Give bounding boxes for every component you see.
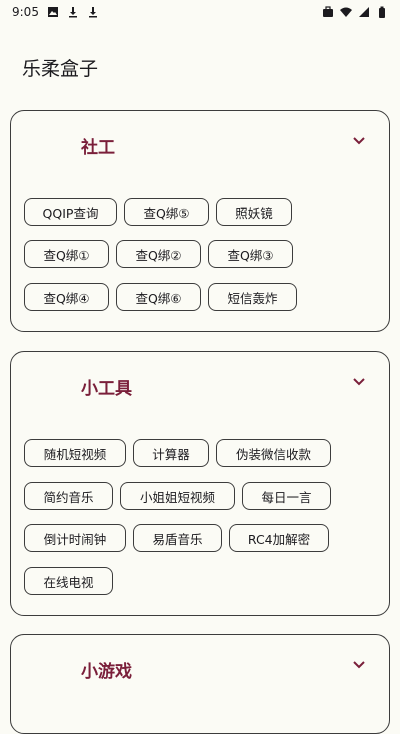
tool-button[interactable]: 短信轰炸 bbox=[208, 283, 297, 311]
tool-button[interactable]: 查Q绑④ bbox=[24, 283, 109, 311]
tool-button[interactable]: 伪装微信收款 bbox=[216, 439, 331, 467]
tool-button[interactable]: 易盾音乐 bbox=[133, 524, 222, 552]
tool-button[interactable]: 计算器 bbox=[133, 439, 209, 467]
tool-button[interactable]: QQIP查询 bbox=[24, 198, 117, 226]
wifi-icon bbox=[340, 7, 352, 17]
tool-button[interactable]: 查Q绑⑤ bbox=[124, 198, 209, 226]
signal-icon bbox=[359, 7, 369, 17]
chevron-down-icon[interactable] bbox=[351, 133, 367, 149]
image-icon bbox=[47, 7, 58, 17]
tool-button[interactable]: 照妖镜 bbox=[216, 198, 292, 226]
chevron-down-icon[interactable] bbox=[351, 374, 367, 390]
tool-button[interactable]: 查Q绑③ bbox=[208, 240, 293, 268]
tool-button[interactable]: 查Q绑② bbox=[116, 240, 201, 268]
section-card-social: 社工 QQIP查询 查Q绑⑤ 照妖镜 查Q绑① 查Q绑② 查Q绑③ 查Q绑④ 查… bbox=[10, 110, 390, 332]
tool-button[interactable]: RC4加解密 bbox=[229, 524, 329, 552]
section-header[interactable]: 小工具 bbox=[11, 352, 389, 412]
status-right bbox=[322, 6, 400, 18]
download-icon bbox=[88, 7, 97, 18]
status-bar: 9:05 bbox=[0, 0, 400, 24]
section-card-tools: 小工具 随机短视频 计算器 伪装微信收款 简约音乐 小姐姐短视频 每日一言 倒计… bbox=[10, 351, 390, 616]
section-title: 社工 bbox=[81, 138, 115, 158]
status-left: 9:05 bbox=[0, 5, 99, 19]
chevron-down-icon[interactable] bbox=[351, 657, 367, 673]
section-title: 小游戏 bbox=[81, 662, 132, 682]
section-header[interactable]: 小游戏 bbox=[11, 635, 389, 695]
section-title: 小工具 bbox=[81, 379, 132, 399]
app-title: 乐柔盒子 bbox=[22, 58, 99, 80]
tool-button[interactable]: 查Q绑① bbox=[24, 240, 109, 268]
section-card-games: 小游戏 bbox=[10, 634, 390, 734]
tool-button[interactable]: 在线电视 bbox=[24, 567, 113, 595]
tool-button[interactable]: 小姐姐短视频 bbox=[120, 482, 235, 510]
tool-button[interactable]: 查Q绑⑥ bbox=[116, 283, 201, 311]
status-time: 9:05 bbox=[12, 5, 39, 19]
battery-icon bbox=[379, 6, 385, 18]
tool-button[interactable]: 简约音乐 bbox=[24, 482, 113, 510]
tool-button[interactable]: 每日一言 bbox=[242, 482, 331, 510]
tool-button[interactable]: 随机短视频 bbox=[24, 439, 126, 467]
download-icon bbox=[68, 7, 77, 18]
tool-button[interactable]: 倒计时闹钟 bbox=[24, 524, 126, 552]
briefcase-icon bbox=[323, 6, 333, 17]
section-header[interactable]: 社工 bbox=[11, 111, 389, 171]
